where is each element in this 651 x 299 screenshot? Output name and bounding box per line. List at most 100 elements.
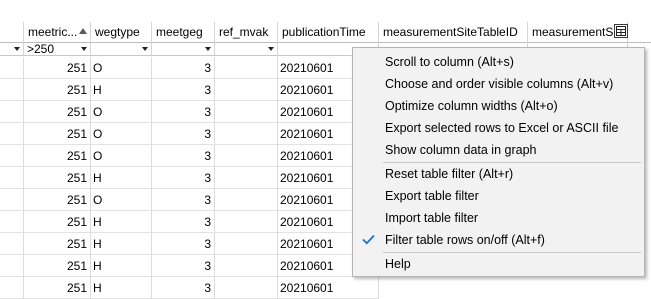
cell-wegtype[interactable]: H: [91, 233, 152, 255]
column-context-menu: Scroll to column (Alt+s) Choose and orde…: [352, 47, 645, 277]
cell-meetric[interactable]: 251: [24, 277, 91, 299]
menu-item-label: Show column data in graph: [385, 143, 537, 157]
column-header-label: measurementSiteTableID: [383, 25, 518, 39]
cell-ref-mvak[interactable]: [215, 277, 278, 299]
cell-meetric[interactable]: 251: [24, 57, 91, 79]
cell-wegtype[interactable]: H: [91, 277, 152, 299]
cell-wegtype[interactable]: H: [91, 167, 152, 189]
menu-item-import-filter[interactable]: Import table filter: [353, 207, 644, 229]
row-selector[interactable]: [0, 233, 24, 255]
menu-item-label: Scroll to column (Alt+s): [385, 55, 514, 69]
cell-meetgeg[interactable]: 3: [152, 145, 215, 167]
row-selector[interactable]: [0, 167, 24, 189]
row-selector[interactable]: [0, 101, 24, 123]
column-header-measurementsitetableid[interactable]: measurementSiteTableID: [379, 22, 528, 43]
cell-meetgeg[interactable]: 3: [152, 101, 215, 123]
cell-meetric[interactable]: 251: [24, 101, 91, 123]
cell-ref-mvak[interactable]: [215, 101, 278, 123]
filter-value: >250: [27, 42, 55, 56]
cell-wegtype[interactable]: H: [91, 79, 152, 101]
filter-dropdown-meetric[interactable]: >250: [24, 42, 91, 56]
cell-publicationtime[interactable]: 20210601: [278, 277, 379, 299]
table-row[interactable]: 251 H 3 20210601: [0, 277, 651, 299]
cell-wegtype[interactable]: O: [91, 123, 152, 145]
cell-meetric[interactable]: 251: [24, 189, 91, 211]
menu-item-scroll-to-column[interactable]: Scroll to column (Alt+s): [353, 51, 644, 73]
filter-dropdown-meetgeg[interactable]: [152, 43, 215, 56]
row-selector[interactable]: [0, 255, 24, 277]
menu-item-optimize-widths[interactable]: Optimize column widths (Alt+o): [353, 95, 644, 117]
cell-meetgeg[interactable]: 3: [152, 167, 215, 189]
column-header-row: meetric... wegtype meetgeg ref_mvak publ…: [0, 22, 651, 43]
column-header-label: meetgeg: [156, 25, 203, 39]
chevron-down-icon: [205, 47, 211, 51]
cell-meetric[interactable]: 251: [24, 123, 91, 145]
menu-item-label: Import table filter: [385, 211, 479, 225]
menu-item-choose-columns[interactable]: Choose and order visible columns (Alt+v): [353, 73, 644, 95]
cell-meetgeg[interactable]: 3: [152, 57, 215, 79]
cell-ref-mvak[interactable]: [215, 123, 278, 145]
column-header-measurements[interactable]: measurementS: [528, 22, 628, 43]
cell-meetgeg[interactable]: 3: [152, 189, 215, 211]
row-selector[interactable]: [0, 57, 24, 79]
menu-item-label: Optimize column widths (Alt+o): [385, 99, 558, 113]
chevron-down-icon: [14, 47, 20, 51]
check-icon: [362, 234, 375, 245]
row-selector[interactable]: [0, 277, 24, 299]
menu-item-help[interactable]: Help: [353, 253, 644, 275]
cell-meetric[interactable]: 251: [24, 167, 91, 189]
column-header-label: meetric...: [28, 25, 78, 39]
cell-ref-mvak[interactable]: [215, 145, 278, 167]
cell-meetgeg[interactable]: 3: [152, 79, 215, 101]
cell-meetric[interactable]: 251: [24, 145, 91, 167]
cell-ref-mvak[interactable]: [215, 189, 278, 211]
cell-ref-mvak[interactable]: [215, 79, 278, 101]
column-header-meetgeg[interactable]: meetgeg: [152, 22, 215, 43]
menu-item-show-graph[interactable]: Show column data in graph: [353, 139, 644, 161]
filter-dropdown-wegtype[interactable]: [91, 43, 152, 56]
menu-item-label: Help: [385, 257, 411, 271]
column-header-meetric[interactable]: meetric...: [24, 22, 91, 43]
column-menu-button[interactable]: [614, 24, 628, 38]
menu-item-export-rows[interactable]: Export selected rows to Excel or ASCII f…: [353, 117, 644, 139]
menu-item-reset-filter[interactable]: Reset table filter (Alt+r): [353, 163, 644, 185]
row-selector[interactable]: [0, 79, 24, 101]
column-header-wegtype[interactable]: wegtype: [91, 22, 152, 43]
menu-item-label: Filter table rows on/off (Alt+f): [385, 233, 545, 247]
cell-ref-mvak[interactable]: [215, 167, 278, 189]
cell-meetgeg[interactable]: 3: [152, 255, 215, 277]
column-header-label: ref_mvak: [219, 25, 269, 39]
cell-meetgeg[interactable]: 3: [152, 233, 215, 255]
row-selector[interactable]: [0, 189, 24, 211]
cell-meetric[interactable]: 251: [24, 79, 91, 101]
cell-meetric[interactable]: 251: [24, 255, 91, 277]
cell-wegtype[interactable]: O: [91, 189, 152, 211]
cell-wegtype[interactable]: O: [91, 145, 152, 167]
column-menu-icon: [616, 26, 626, 36]
cell-meetgeg[interactable]: 3: [152, 211, 215, 233]
row-selector[interactable]: [0, 145, 24, 167]
cell-wegtype[interactable]: H: [91, 211, 152, 233]
cell-ref-mvak[interactable]: [215, 255, 278, 277]
cell-meetric[interactable]: 251: [24, 211, 91, 233]
cell-ref-mvak[interactable]: [215, 57, 278, 79]
menu-item-export-filter[interactable]: Export table filter: [353, 185, 644, 207]
cell-ref-mvak[interactable]: [215, 211, 278, 233]
cell-wegtype[interactable]: O: [91, 101, 152, 123]
menu-item-label: Choose and order visible columns (Alt+v): [385, 77, 614, 91]
menu-item-label: Export selected rows to Excel or ASCII f…: [385, 121, 619, 135]
menu-item-label: Export table filter: [385, 189, 479, 203]
menu-item-filter-toggle[interactable]: Filter table rows on/off (Alt+f): [353, 229, 644, 251]
filter-dropdown-ref-mvak[interactable]: [215, 43, 278, 56]
column-header-ref-mvak[interactable]: ref_mvak: [215, 22, 278, 43]
cell-ref-mvak[interactable]: [215, 233, 278, 255]
cell-wegtype[interactable]: O: [91, 57, 152, 79]
cell-meetgeg[interactable]: 3: [152, 123, 215, 145]
row-selector[interactable]: [0, 123, 24, 145]
column-header-filler: [628, 22, 651, 43]
cell-meetgeg[interactable]: 3: [152, 277, 215, 299]
column-header-publicationtime[interactable]: publicationTime: [278, 22, 379, 43]
row-selector[interactable]: [0, 211, 24, 233]
cell-meetric[interactable]: 251: [24, 233, 91, 255]
cell-wegtype[interactable]: H: [91, 255, 152, 277]
